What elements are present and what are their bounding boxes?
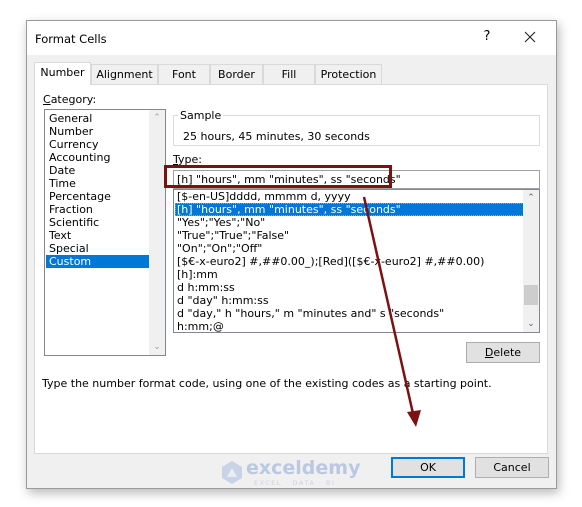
type-item[interactable]: "Yes";"Yes";"No" <box>175 216 524 229</box>
scroll-up-icon[interactable]: ⌃ <box>152 113 162 123</box>
category-label-text: ategory: <box>50 93 97 106</box>
type-item[interactable]: [$-en-US]dddd, mmmm d, yyyy <box>175 190 524 203</box>
cancel-button[interactable]: Cancel <box>475 457 549 478</box>
type-item[interactable]: d h:mm:ss <box>175 281 524 294</box>
category-item-time[interactable]: Time <box>46 177 152 190</box>
exceldemy-logo-icon <box>222 461 242 484</box>
type-item[interactable]: "True";"True";"False" <box>175 229 524 242</box>
ok-button[interactable]: OK <box>391 457 465 478</box>
category-label-accesskey: C <box>43 93 51 106</box>
type-format-input[interactable]: [h] "hours", mm "minutes", ss "seconds" <box>173 170 540 189</box>
dialog-title: Format Cells <box>35 32 107 46</box>
category-item-custom[interactable]: Custom <box>46 255 152 268</box>
scroll-down-icon[interactable]: ⌄ <box>526 319 536 329</box>
category-item-percentage[interactable]: Percentage <box>46 190 152 203</box>
type-format-list[interactable]: [$-en-US]dddd, mmmm d, yyyy [h] "hours",… <box>173 189 540 333</box>
category-item-currency[interactable]: Currency <box>46 138 152 151</box>
tab-fill[interactable]: Fill <box>263 64 315 84</box>
hint-text: Type the number format code, using one o… <box>42 377 492 390</box>
type-item[interactable]: "On";"On";"Off" <box>175 242 524 255</box>
type-label: Type: <box>173 153 202 166</box>
category-scrollbar[interactable]: ⌃ ⌄ <box>149 110 165 355</box>
type-item[interactable]: h:mm;@ <box>175 320 524 332</box>
type-item-selected[interactable]: [h] "hours", mm "minutes", ss "seconds" <box>175 203 524 216</box>
help-button[interactable]: ? <box>479 29 495 47</box>
tab-protection[interactable]: Protection <box>315 64 382 84</box>
scroll-down-icon[interactable]: ⌄ <box>152 342 162 352</box>
tab-alignment[interactable]: Alignment <box>91 64 158 84</box>
watermark-tagline: EXCEL · DATA · BI <box>254 479 336 487</box>
category-item-scientific[interactable]: Scientific <box>46 216 152 229</box>
category-item-accounting[interactable]: Accounting <box>46 151 152 164</box>
tab-number[interactable]: Number <box>34 62 91 85</box>
category-item-fraction[interactable]: Fraction <box>46 203 152 216</box>
type-item[interactable]: d "day," h "hours," m "minutes and" s "s… <box>175 307 524 320</box>
scrollbar-thumb[interactable] <box>524 285 538 305</box>
scroll-up-icon[interactable]: ⌃ <box>526 193 536 203</box>
tab-border[interactable]: Border <box>210 64 263 84</box>
type-list-scrollbar[interactable]: ⌃ ⌄ <box>523 190 539 332</box>
number-tab-panel: Category: General Number Currency Accoun… <box>34 84 548 454</box>
category-label: Category: <box>43 93 96 106</box>
type-item[interactable]: [h]:mm <box>175 268 524 281</box>
close-button[interactable] <box>521 28 539 46</box>
type-label-text: ype: <box>178 153 202 166</box>
format-cells-dialog: Format Cells ? Number Alignment Font Bor… <box>26 20 557 489</box>
sample-label: Sample <box>178 109 224 122</box>
exceldemy-watermark: exceldemy EXCEL · DATA · BI <box>220 457 362 487</box>
delete-button[interactable]: Delete <box>466 342 540 363</box>
type-item[interactable]: d "day" h:mm:ss <box>175 294 524 307</box>
category-item-special[interactable]: Special <box>46 242 152 255</box>
tab-font[interactable]: Font <box>158 64 210 84</box>
sample-value: 25 hours, 45 minutes, 30 seconds <box>183 130 370 143</box>
category-item-text[interactable]: Text <box>46 229 152 242</box>
delete-label: elete <box>493 346 522 359</box>
close-icon <box>524 31 536 43</box>
category-item-number[interactable]: Number <box>46 125 152 138</box>
title-bar: Format Cells ? <box>27 21 556 55</box>
category-item-date[interactable]: Date <box>46 164 152 177</box>
watermark-brand: exceldemy <box>246 457 361 479</box>
category-list[interactable]: General Number Currency Accounting Date … <box>44 109 166 356</box>
category-item-general[interactable]: General <box>46 112 152 125</box>
type-item[interactable]: [$€-x-euro2] #,##0.00_);[Red]([$€-x-euro… <box>175 255 524 268</box>
